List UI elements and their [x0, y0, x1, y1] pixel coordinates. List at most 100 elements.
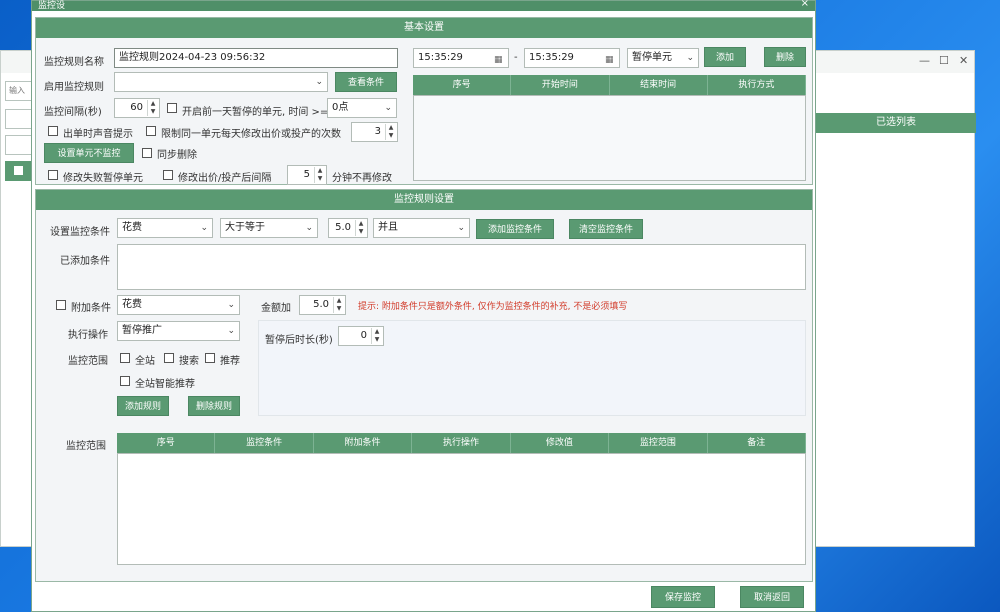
- condition-value-stepper[interactable]: 5.0 ▲ ▼: [328, 218, 368, 238]
- save-monitor-button[interactable]: 保存监控: [651, 586, 715, 608]
- scope-recommend-checkbox[interactable]: [205, 353, 215, 363]
- interval-stepper[interactable]: 60 ▲ ▼: [114, 98, 160, 118]
- action-select[interactable]: 暂停推广 ⌄: [117, 321, 240, 341]
- added-condition-label: 已添加条件: [60, 256, 110, 267]
- extra-condition-label: 附加条件: [71, 303, 111, 314]
- rule-name-input[interactable]: 监控规则2024-04-23 09:56:32: [114, 48, 398, 68]
- amount-stepper[interactable]: 5.0 ▲ ▼: [299, 295, 346, 315]
- prev-day-hour-value: 0点: [332, 102, 349, 113]
- scope-all-smart-label: 全站智能推荐: [135, 379, 195, 390]
- condition-value: 5.0: [335, 222, 351, 233]
- condition-label: 设置监控条件: [50, 227, 110, 238]
- stepper-arrows-icon[interactable]: ▲ ▼: [333, 297, 344, 313]
- stepper-arrows-icon[interactable]: ▲ ▼: [371, 328, 382, 344]
- add-rule-button[interactable]: 添加规则: [117, 396, 169, 416]
- extra-condition-checkbox[interactable]: [56, 300, 66, 310]
- minimize-icon[interactable]: —: [919, 54, 930, 67]
- chevron-down-icon: ⌄: [384, 103, 392, 113]
- unit-no-monitor-button[interactable]: 设置单元不监控: [44, 143, 134, 163]
- fail-pause-checkbox[interactable]: [48, 170, 58, 180]
- stepper-arrows-icon[interactable]: ▲ ▼: [314, 167, 325, 183]
- time-action-select[interactable]: 暂停单元 ⌄: [627, 48, 699, 68]
- view-condition-button[interactable]: 查看条件: [335, 72, 397, 92]
- scope-all-smart-checkbox[interactable]: [120, 376, 130, 386]
- rule-table-body[interactable]: [117, 453, 806, 565]
- action-label: 执行操作: [68, 330, 108, 341]
- interval-value: 60: [130, 102, 143, 113]
- column-header[interactable]: 附加条件: [314, 433, 413, 453]
- amount-label: 金额加: [261, 303, 291, 314]
- condition-metric-select[interactable]: 花费 ⌄: [117, 218, 213, 238]
- enable-rule-select[interactable]: ⌄: [114, 72, 328, 92]
- add-time-button[interactable]: 添加: [704, 47, 746, 67]
- background-checkbox-header[interactable]: [5, 161, 33, 181]
- limit-stepper[interactable]: 3 ▲ ▼: [351, 122, 398, 142]
- background-field[interactable]: [5, 109, 33, 129]
- after-edit-checkbox[interactable]: [163, 170, 173, 180]
- sync-delete-label: 同步删除: [157, 150, 197, 161]
- column-header[interactable]: 监控范围: [609, 433, 708, 453]
- condition-operator-value: 大于等于: [225, 222, 265, 233]
- time-table-body[interactable]: [413, 95, 806, 181]
- fail-pause-label: 修改失败暂停单元: [63, 173, 143, 184]
- added-condition-textarea[interactable]: [117, 244, 806, 290]
- after-edit-unit-label: 分钟不再修改: [332, 173, 392, 184]
- column-header[interactable]: 执行方式: [708, 75, 806, 95]
- prev-day-hour-select[interactable]: 0点 ⌄: [327, 98, 397, 118]
- scope-all-checkbox[interactable]: [120, 353, 130, 363]
- range-label: 监控范围: [66, 441, 106, 452]
- cancel-button[interactable]: 取消返回: [740, 586, 804, 608]
- scope-search-checkbox[interactable]: [164, 353, 174, 363]
- enable-rule-label: 启用监控规则: [44, 82, 104, 93]
- add-condition-button[interactable]: 添加监控条件: [476, 219, 554, 239]
- limit-value: 3: [374, 126, 381, 137]
- close-icon[interactable]: ×: [801, 0, 809, 9]
- stepper-arrows-icon[interactable]: ▲ ▼: [355, 220, 366, 236]
- action-detail-panel: 暂停后时长(秒) 0 ▲ ▼: [258, 320, 806, 416]
- column-header[interactable]: 执行操作: [412, 433, 511, 453]
- condition-logic-select[interactable]: 并且 ⌄: [373, 218, 470, 238]
- delete-time-button[interactable]: 删除: [764, 47, 806, 67]
- column-header[interactable]: 监控条件: [215, 433, 314, 453]
- calendar-icon[interactable]: ▦: [494, 51, 504, 65]
- background-column-header: 已选列表: [816, 113, 976, 133]
- extra-metric-select[interactable]: 花费 ⌄: [117, 295, 240, 315]
- column-header[interactable]: 结束时间: [610, 75, 708, 95]
- sound-alert-checkbox[interactable]: [48, 126, 58, 136]
- calendar-icon[interactable]: ▦: [605, 51, 615, 65]
- prev-day-checkbox[interactable]: [167, 103, 177, 113]
- stepper-arrows-icon[interactable]: ▲ ▼: [147, 100, 158, 116]
- column-header[interactable]: 修改值: [511, 433, 610, 453]
- column-header[interactable]: 开始时间: [511, 75, 610, 95]
- rule-name-label: 监控规则名称: [44, 57, 104, 68]
- column-header[interactable]: 序号: [413, 75, 512, 95]
- sync-delete-checkbox[interactable]: [142, 148, 152, 158]
- scope-all-label: 全站: [135, 356, 155, 367]
- chevron-down-icon: ⌄: [686, 53, 694, 63]
- limit-label: 限制同一单元每天修改出价或投产的次数: [161, 129, 341, 140]
- section-header: 基本设置: [36, 18, 812, 38]
- limit-checkbox[interactable]: [146, 126, 156, 136]
- clear-condition-button[interactable]: 清空监控条件: [569, 219, 643, 239]
- close-icon[interactable]: ✕: [959, 54, 968, 67]
- start-time-input[interactable]: 15:35:29 ▦: [413, 48, 509, 68]
- action-value: 暂停推广: [122, 325, 162, 336]
- checkbox-icon[interactable]: [14, 166, 23, 175]
- background-field[interactable]: [5, 135, 33, 155]
- stepper-arrows-icon[interactable]: ▲ ▼: [385, 124, 396, 140]
- end-time-input[interactable]: 15:35:29 ▦: [524, 48, 620, 68]
- column-header[interactable]: 序号: [117, 433, 216, 453]
- after-edit-stepper[interactable]: 5 ▲ ▼: [287, 165, 327, 185]
- start-time-value: 15:35:29: [418, 52, 463, 63]
- column-header[interactable]: 备注: [708, 433, 806, 453]
- chevron-down-icon: ⌄: [200, 223, 208, 233]
- pause-duration-stepper[interactable]: 0 ▲ ▼: [338, 326, 384, 346]
- hint-prefix: 提示:: [358, 302, 380, 312]
- chevron-down-icon: ⌄: [315, 77, 323, 87]
- chevron-down-icon: ⌄: [227, 326, 235, 336]
- maximize-icon[interactable]: ☐: [939, 54, 949, 67]
- scope-label: 监控范围: [68, 356, 108, 367]
- pause-duration-label: 暂停后时长(秒): [265, 335, 333, 346]
- condition-operator-select[interactable]: 大于等于 ⌄: [220, 218, 318, 238]
- delete-rule-button[interactable]: 删除规则: [188, 396, 240, 416]
